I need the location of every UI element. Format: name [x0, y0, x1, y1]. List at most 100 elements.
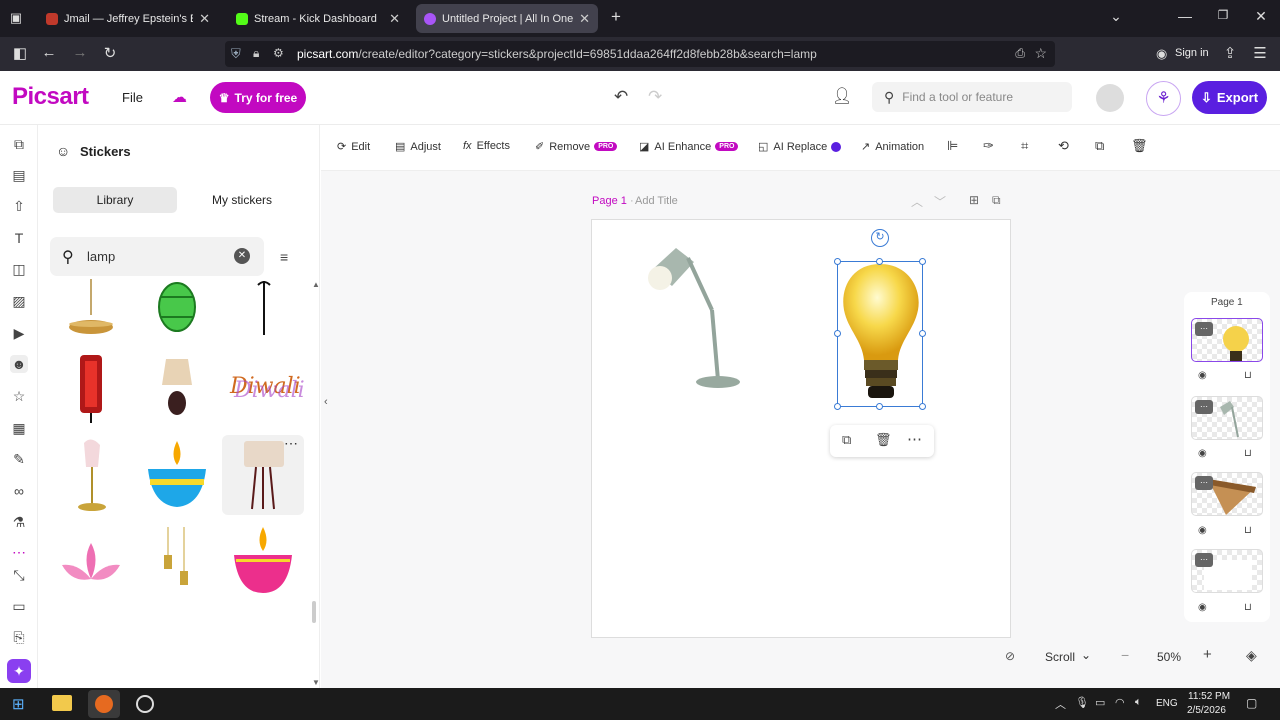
text-icon[interactable]: T	[10, 229, 28, 247]
clear-search-icon[interactable]: ✕	[234, 248, 250, 264]
bookmark-star-icon[interactable]: ☆	[1034, 45, 1047, 62]
sign-in-link[interactable]: Sign in	[1175, 47, 1209, 59]
apps-icon[interactable]: ∞	[10, 482, 28, 500]
lock-icon[interactable]: ⊔	[1244, 602, 1252, 613]
reload-icon[interactable]: ↻	[100, 44, 120, 62]
edit-tool[interactable]: ⟳ Edit	[337, 140, 370, 154]
color-picker-icon[interactable]: ✑	[983, 138, 994, 154]
shield-icon[interactable]: ⛨	[231, 46, 241, 62]
layer-thumb-lamp[interactable]: ⋯	[1191, 396, 1263, 440]
crop-icon[interactable]: ⌗	[1021, 138, 1028, 154]
site-settings-icon[interactable]: ⚙︎	[273, 46, 284, 60]
tray-overflow-icon[interactable]: ︿	[1055, 696, 1066, 712]
notification-icon[interactable]: ▢	[1246, 696, 1257, 710]
close-icon[interactable]: ✕	[199, 11, 210, 27]
minimize-icon[interactable]: —	[1170, 8, 1200, 24]
design-page[interactable]: ↻ ⧉ 🗑︎ ⋯	[591, 219, 1011, 638]
ai-replace-tool[interactable]: ◱ AI Replace	[758, 140, 842, 153]
zoom-out-icon[interactable]: −	[1121, 647, 1129, 663]
tab-my-stickers[interactable]: My stickers	[180, 187, 304, 213]
upload-icon[interactable]: ⇧	[10, 197, 28, 215]
page-down-icon[interactable]: ﹀	[934, 193, 946, 210]
dots-icon[interactable]: ⋯	[10, 543, 28, 561]
brush-icon[interactable]: ✎	[10, 450, 28, 468]
layer-menu-icon[interactable]: ⋯	[1195, 553, 1213, 567]
duplicate-icon[interactable]: ⧉	[842, 432, 851, 448]
layer-thumb-bulb[interactable]: ⋯	[1191, 318, 1263, 362]
start-icon[interactable]: ⊞	[12, 695, 25, 713]
reader-mode-icon[interactable]: ⎙	[1015, 46, 1025, 61]
lock-icon[interactable]: ⊔	[1244, 370, 1252, 381]
collapse-panel-icon[interactable]: ‹	[324, 396, 328, 408]
clock-time[interactable]: 11:52 PM	[1188, 691, 1230, 702]
sticker-lotus[interactable]	[50, 521, 132, 601]
panel-scrollbar[interactable]	[312, 601, 316, 623]
add-title-input[interactable]: Add Title	[635, 195, 678, 207]
battery-icon[interactable]: ▭	[1095, 696, 1105, 709]
lock-icon[interactable]: ⊔	[1244, 448, 1252, 459]
selection-box[interactable]	[837, 261, 923, 407]
video-icon[interactable]: ▶	[10, 324, 28, 342]
sidebar-icon[interactable]: ◧	[10, 44, 30, 62]
resize-handle[interactable]	[834, 403, 841, 410]
layer-menu-icon[interactable]: ⋯	[1195, 476, 1213, 490]
layer-thumb-background[interactable]: ⋯	[1191, 549, 1263, 593]
adjust-tool[interactable]: ▤ Adjust	[395, 140, 441, 154]
tool-search-input[interactable]: ⚲ Find a tool or feature	[872, 82, 1072, 112]
visibility-eye-icon[interactable]: ◉	[1198, 448, 1207, 459]
sticker-table-lamp[interactable]	[136, 347, 218, 427]
visibility-eye-icon[interactable]: ◉	[1198, 602, 1207, 613]
scroll-mode-select[interactable]: Scroll	[1045, 650, 1075, 664]
sticker-green-lantern[interactable]	[136, 279, 218, 337]
window-close-icon[interactable]: ✕	[1246, 8, 1276, 25]
redo-icon[interactable]: ↷	[648, 87, 662, 107]
url-bar[interactable]: ⛨ 🔒︎ ⚙︎ picsart.com/create/editor?catego…	[225, 41, 1055, 67]
ai-assistant-icon[interactable]: ✦	[7, 659, 31, 683]
undo-icon[interactable]: ↶	[614, 87, 628, 107]
lock-icon[interactable]: 🔒︎	[253, 46, 259, 61]
close-icon[interactable]: ✕	[579, 11, 590, 27]
file-explorer-icon[interactable]	[52, 695, 72, 711]
delete-icon[interactable]: 🗑︎	[875, 432, 892, 448]
desk-lamp-sticker[interactable]	[642, 240, 752, 390]
chevron-down-icon[interactable]: ⌄	[1081, 648, 1091, 662]
close-icon[interactable]: ✕	[389, 11, 400, 27]
hide-icon[interactable]: ⊘	[1005, 649, 1015, 663]
obs-icon[interactable]	[136, 695, 154, 713]
avatar[interactable]	[1096, 84, 1124, 112]
star-icon[interactable]: ☆	[10, 387, 28, 405]
resize-handle[interactable]	[919, 403, 926, 410]
share-icon[interactable]: ⎘	[10, 628, 28, 646]
volume-icon[interactable]: 🔈︎	[1135, 696, 1142, 709]
page-up-icon[interactable]: ︿	[911, 193, 923, 210]
tab-jmail[interactable]: Jmail — Jeffrey Epstein's Emails ✕	[38, 4, 218, 33]
layout-icon[interactable]: ▤	[10, 166, 28, 184]
more-options-icon[interactable]: ⋯	[907, 430, 922, 448]
cloud-icon[interactable]: ☁	[172, 88, 187, 106]
resize-handle[interactable]	[919, 330, 926, 337]
folder-icon[interactable]: ▭	[10, 597, 28, 615]
forward-icon[interactable]: →	[70, 44, 90, 61]
photos-icon[interactable]: ▨	[10, 292, 28, 310]
flip-icon[interactable]: ⟲	[1058, 138, 1069, 154]
zoom-level[interactable]: 50%	[1157, 650, 1181, 664]
effects-rail-icon[interactable]: ⚗	[10, 513, 28, 531]
sticker-pendant-lamp[interactable]	[50, 279, 132, 337]
resize-handle[interactable]	[834, 258, 841, 265]
tab-kick[interactable]: Stream - Kick Dashboard ✕	[228, 4, 408, 33]
sticker-search-input[interactable]	[87, 249, 227, 264]
sticker-floor-lamp[interactable]	[222, 279, 304, 337]
sticker-modern-lamp[interactable]: ⋯	[222, 435, 304, 515]
sticker-red-lantern[interactable]	[50, 347, 132, 427]
visibility-eye-icon[interactable]: ◉	[1198, 525, 1207, 536]
visibility-eye-icon[interactable]: ◉	[1198, 370, 1207, 381]
picsart-logo[interactable]: Picsart	[12, 83, 89, 111]
sticker-diya-blue[interactable]	[136, 435, 218, 515]
rotate-handle-icon[interactable]: ↻	[871, 229, 889, 247]
layer-menu-icon[interactable]: ⋯	[1195, 322, 1213, 336]
extensions-icon[interactable]: ⇪	[1220, 44, 1240, 62]
templates-icon[interactable]: ⧉	[10, 135, 28, 153]
layer-menu-icon[interactable]: ⋯	[1195, 400, 1213, 414]
layers-icon[interactable]: ◈	[1246, 647, 1257, 664]
try-for-free-button[interactable]: ♛ Try for free	[210, 82, 306, 113]
